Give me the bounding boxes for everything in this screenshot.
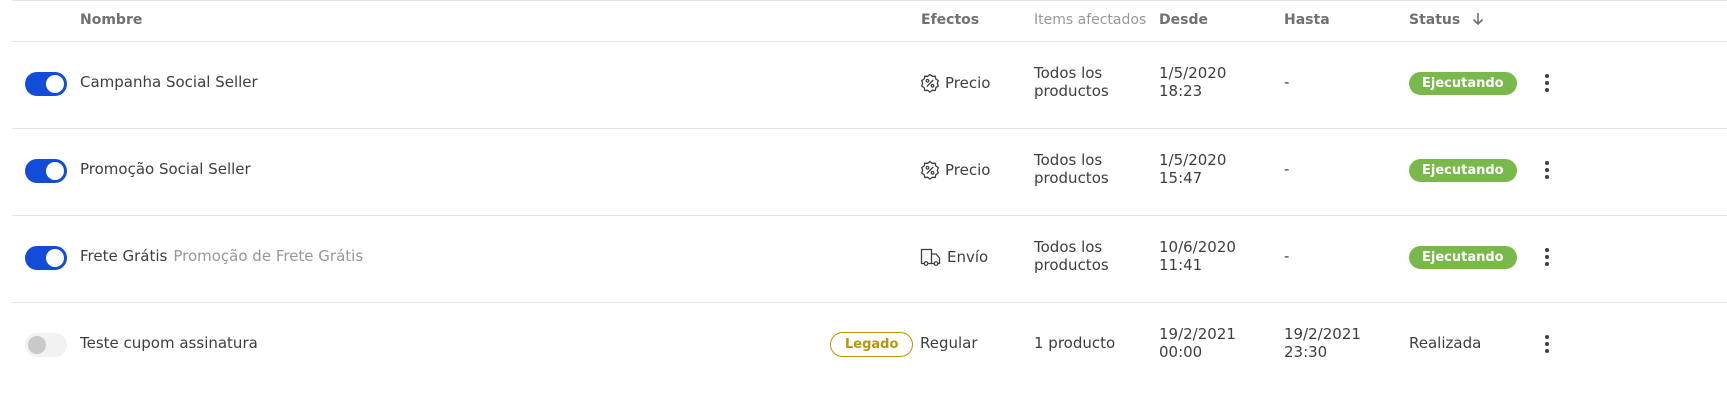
affected-items: Todos los productos — [1034, 238, 1109, 274]
promotion-active-toggle[interactable] — [25, 333, 67, 357]
end-date: 19/2/2021 23:30 — [1284, 325, 1361, 361]
effect-label: Regular — [920, 334, 978, 352]
percent-badge-icon — [920, 73, 940, 93]
status-badge: Ejecutando — [1409, 246, 1517, 269]
effect-label: Precio — [945, 74, 991, 92]
legacy-badge: Legado — [830, 332, 914, 357]
shipping-icon — [920, 248, 941, 266]
table-row[interactable]: Promoção Social Seller Precio Todos los … — [12, 129, 1727, 216]
promotion-active-toggle[interactable] — [25, 159, 67, 183]
column-header-hasta[interactable]: Hasta — [1284, 12, 1330, 28]
effect-cell: Regular — [920, 334, 978, 352]
promotions-table: Nombre Efectos Ítems afectados Desde Has… — [12, 0, 1727, 389]
effect-label: Precio — [945, 161, 991, 179]
affected-items: Todos los productos — [1034, 64, 1109, 100]
sort-arrow-down-icon — [1473, 13, 1484, 26]
promotion-name[interactable]: Promoção Social Seller — [80, 160, 251, 178]
promotion-active-toggle[interactable] — [25, 246, 67, 270]
affected-items: 1 producto — [1034, 334, 1116, 352]
percent-badge-icon — [920, 160, 940, 180]
end-date: - — [1284, 160, 1290, 178]
effect-cell: Precio — [920, 73, 990, 93]
table-row[interactable]: Campanha Social Seller Precio Todos los … — [12, 42, 1727, 129]
column-header-efectos[interactable]: Efectos — [921, 12, 979, 28]
affected-items: Todos los productos — [1034, 151, 1109, 187]
promotion-active-toggle[interactable] — [25, 72, 67, 96]
effect-cell: Envío — [920, 247, 988, 267]
column-header-desde[interactable]: Desde — [1159, 12, 1208, 28]
table-row[interactable]: Teste cupom assinatura Legado Regular 1 … — [12, 303, 1727, 389]
start-date: 1/5/2020 18:23 — [1159, 64, 1227, 100]
status-badge: Ejecutando — [1409, 72, 1517, 95]
effect-cell: Precio — [920, 160, 990, 180]
more-options-icon[interactable] — [1542, 161, 1552, 181]
end-date: - — [1284, 247, 1290, 265]
status-badge: Ejecutando — [1409, 159, 1517, 182]
status-text: Realizada — [1409, 334, 1482, 352]
promotion-name[interactable]: Campanha Social Seller — [80, 73, 258, 91]
table-header: Nombre Efectos Ítems afectados Desde Has… — [12, 0, 1727, 42]
more-options-icon[interactable] — [1542, 335, 1552, 355]
start-date: 1/5/2020 15:47 — [1159, 151, 1227, 187]
end-date: - — [1284, 73, 1290, 91]
start-date: 10/6/2020 11:41 — [1159, 238, 1236, 274]
promotion-name[interactable]: Teste cupom assinatura — [80, 334, 258, 352]
more-options-icon[interactable] — [1542, 248, 1552, 268]
promotion-name[interactable]: Frete Grátis Promoção de Frete Grátis — [80, 247, 363, 265]
table-row[interactable]: Frete Grátis Promoção de Frete Grátis Env… — [12, 216, 1727, 303]
promotion-subtitle: Promoção de Frete Grátis — [173, 247, 364, 265]
column-header-items[interactable]: Ítems afectados — [1034, 12, 1146, 28]
more-options-icon[interactable] — [1542, 74, 1552, 94]
column-header-status[interactable]: Status — [1409, 12, 1485, 28]
column-header-nombre[interactable]: Nombre — [80, 12, 142, 28]
start-date: 19/2/2021 00:00 — [1159, 325, 1236, 361]
effect-label: Envío — [947, 248, 989, 266]
